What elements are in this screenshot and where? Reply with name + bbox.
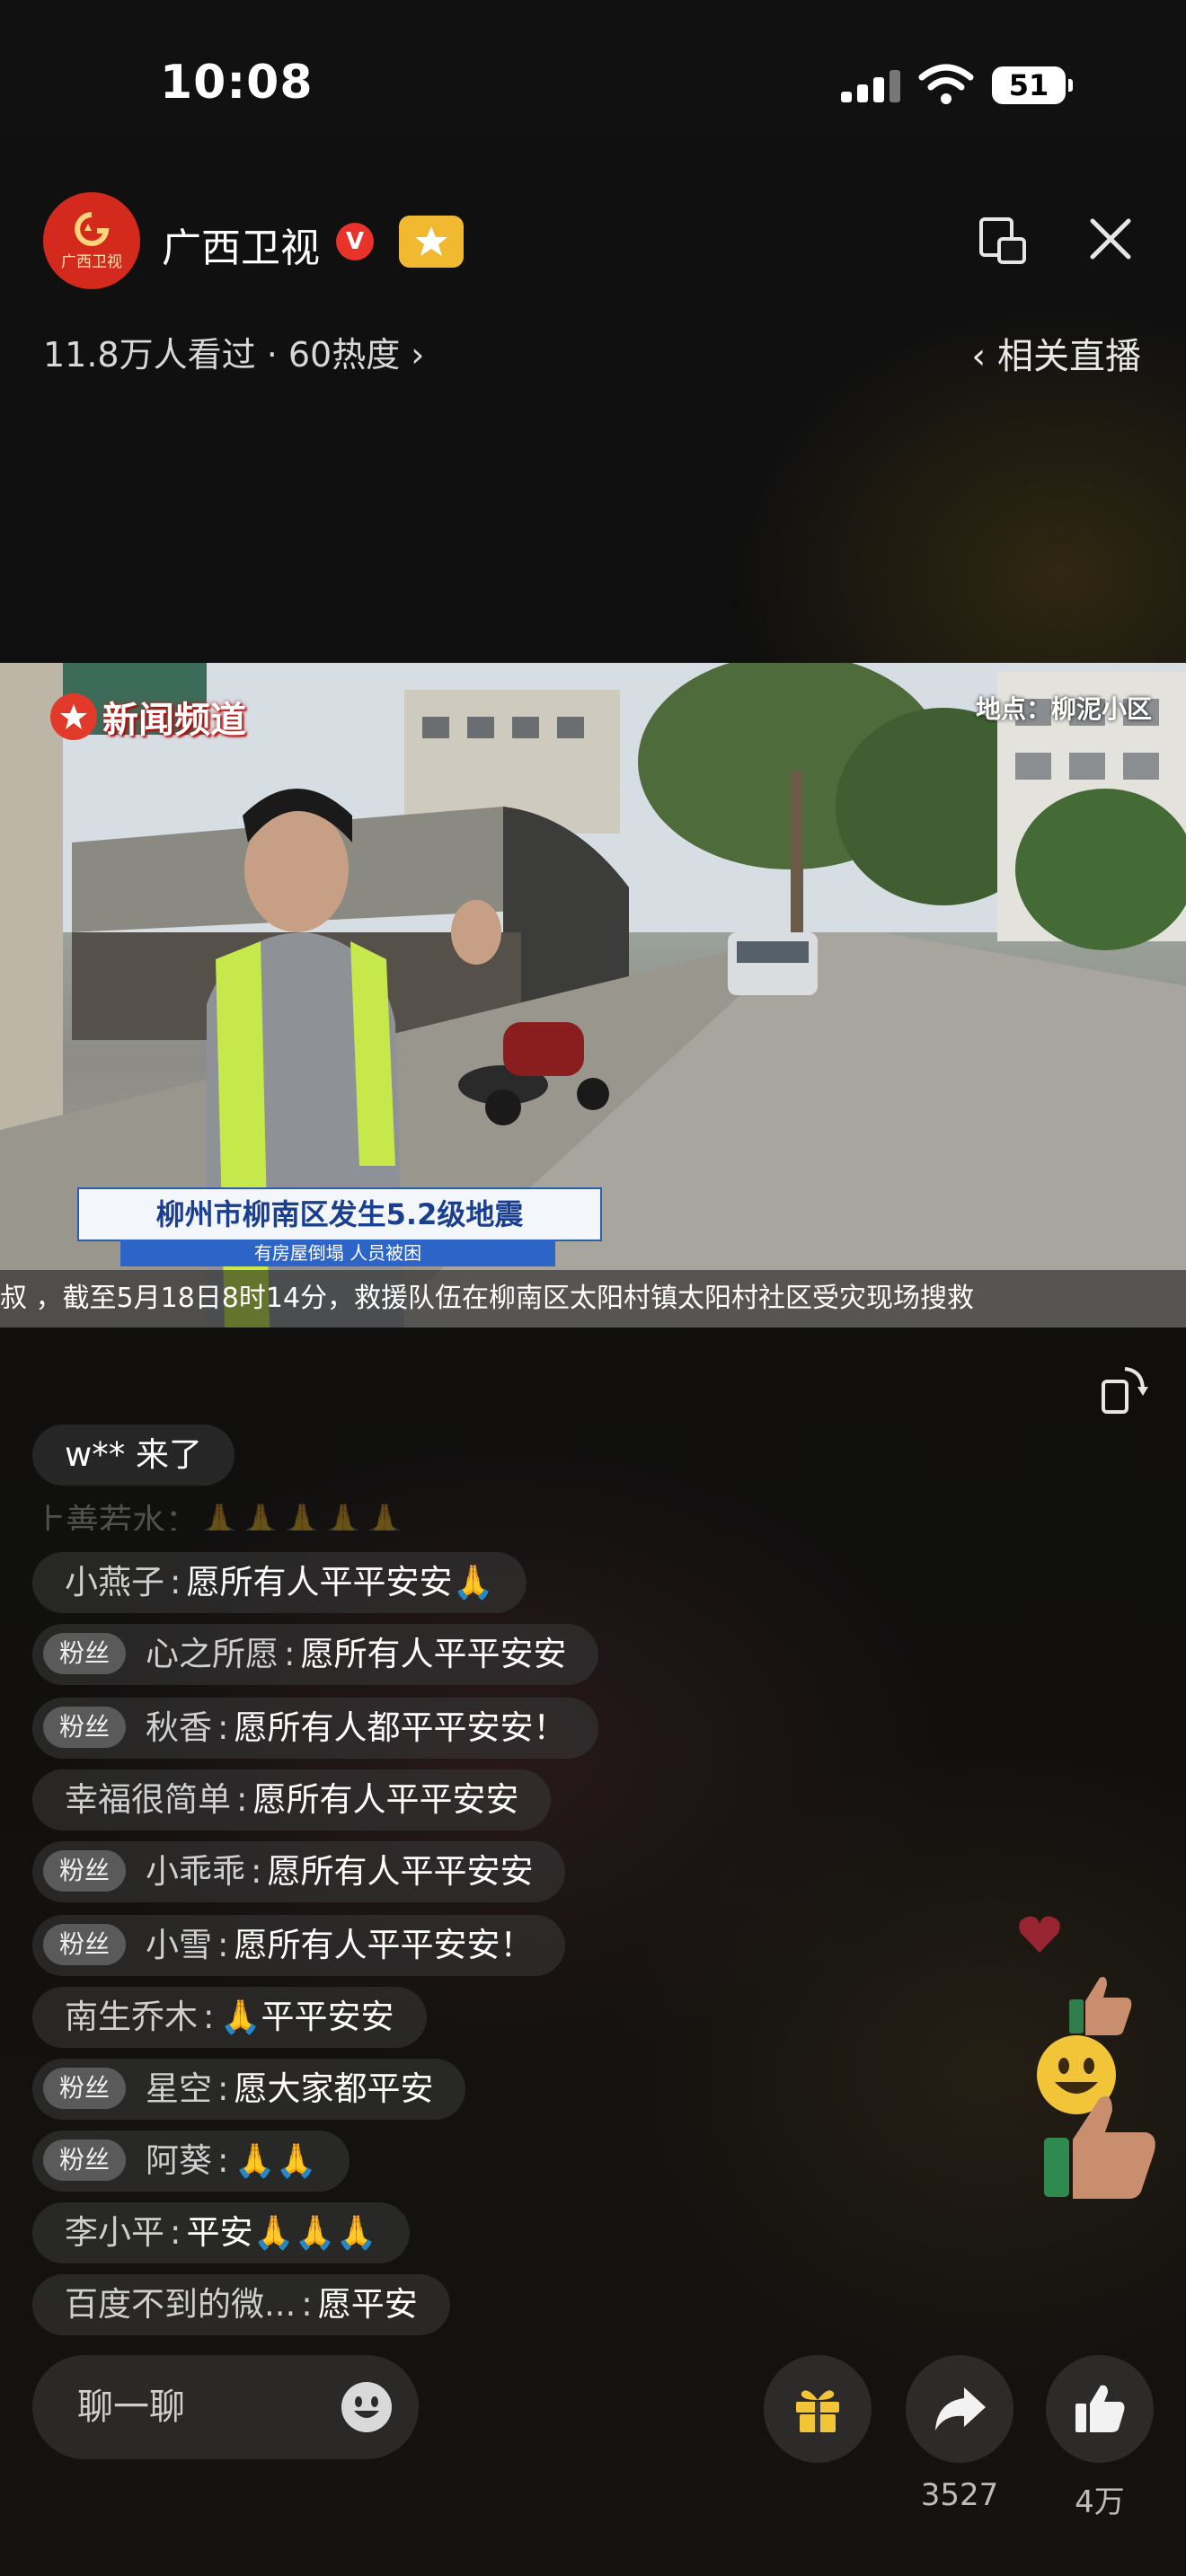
comment-text: 愿大家都平安 — [234, 2069, 434, 2108]
comment-user[interactable]: 李小平 — [65, 2213, 164, 2252]
comment-user[interactable]: 小乖乖 — [146, 1852, 245, 1891]
fan-badge: 粉丝 — [43, 2067, 127, 2109]
comment-item[interactable]: 南生乔木: 🙏平平安安 — [32, 1987, 427, 2048]
comment-item[interactable]: 粉丝 阿葵: 🙏🙏 — [32, 2130, 350, 2192]
comment-text: 愿所有人平平安安 — [267, 1852, 534, 1891]
comment-item[interactable]: 粉丝 小乖乖: 愿所有人平平安安 — [32, 1841, 566, 1902]
comment-text: 愿所有人平平安安🙏 — [186, 1563, 494, 1601]
comment-separator: : — [217, 1708, 229, 1747]
chat-input[interactable]: 聊一聊 — [32, 2355, 419, 2459]
location-tag: 地点：柳泥小区 — [975, 694, 1152, 724]
like-count: 4万 — [1075, 2484, 1125, 2520]
emoji-icon[interactable] — [340, 2380, 394, 2434]
join-message: w** 来了 — [65, 1435, 203, 1474]
comment-item[interactable]: w** 来了 — [32, 1425, 235, 1486]
comment-item[interactable]: 粉丝 秋香: 愿所有人都平平安安！ — [32, 1698, 599, 1759]
channel-logo-mark-icon — [50, 693, 97, 740]
comment-text: 愿所有人都平平安安！ — [234, 1708, 567, 1747]
comment-item[interactable]: 百度不到的微...: 愿平安 — [32, 2274, 450, 2335]
fan-badge: 粉丝 — [43, 1923, 127, 1965]
fan-badge: 粉丝 — [43, 1849, 127, 1892]
rotate-screen-icon[interactable] — [1098, 1363, 1150, 1416]
chat-placeholder: 聊一聊 — [77, 2386, 185, 2428]
live-screen: 10:08 51 广西卫视 广西卫视 V 11.8万人看过 · 60热度 › ‹… — [0, 0, 1186, 2576]
close-icon[interactable] — [1085, 214, 1136, 264]
like-button[interactable] — [1046, 2355, 1154, 2463]
battery-icon: 51 — [992, 66, 1073, 104]
comment-text: 平安🙏🙏🙏 — [186, 2213, 377, 2252]
comment-item[interactable]: 李小平: 平安🙏🙏🙏 — [32, 2202, 410, 2263]
comment-item[interactable]: 小燕子: 愿所有人平平安安🙏 — [32, 1552, 527, 1613]
comment-item[interactable]: 粉丝 星空: 愿大家都平安 — [32, 2059, 466, 2120]
channel-avatar[interactable]: 广西卫视 — [43, 192, 140, 289]
comment-separator: : — [251, 1852, 262, 1891]
comment-separator: : — [217, 2141, 229, 2180]
comment-user[interactable]: 阿葵 — [146, 2141, 212, 2180]
fan-badge: 粉丝 — [43, 2139, 127, 2181]
comment-separator: : — [217, 2069, 229, 2108]
floating-big-thumb-icon — [1044, 2095, 1155, 2199]
comment-separator: : — [284, 1635, 296, 1673]
floating-heart-icon — [1019, 1916, 1060, 1953]
comment-separator: : — [170, 2213, 181, 2252]
gift-icon — [796, 2390, 839, 2432]
news-channel-logo: 新闻频道 — [50, 690, 246, 744]
comment-separator: : — [203, 1998, 215, 2036]
comment-text: 愿所有人平平安安！ — [234, 1926, 534, 1964]
faded-comment: 上善若水：🙏🙏🙏🙏🙏 — [32, 1502, 406, 1531]
comment-separator: : — [217, 1926, 229, 1964]
comment-text: 愿所有人平平安安 — [252, 1780, 519, 1819]
news-subline: 有房屋倒塌 人员被困 — [120, 1239, 555, 1266]
related-live-link[interactable]: ‹ 相关直播 — [971, 327, 1141, 379]
comment-separator: : — [301, 2285, 313, 2324]
comment-text: 🙏平平安安 — [219, 1998, 394, 2036]
verified-icon: V — [336, 223, 374, 260]
comment-user[interactable]: 星空 — [146, 2069, 212, 2108]
comment-item[interactable]: 幸福很简单: 愿所有人平平安安 — [32, 1769, 552, 1831]
gift-button[interactable] — [764, 2355, 872, 2463]
comment-separator: : — [236, 1780, 248, 1819]
like-icon — [1075, 2385, 1125, 2432]
wifi-icon — [918, 64, 974, 104]
news-headline: 柳州市柳南区发生5.2级地震 — [77, 1187, 602, 1241]
news-ticker: 叔 ，截至5月18日8时14分，救援队伍在柳南区太阳村镇太阳村社区受灾现场搜救 — [0, 1270, 1186, 1328]
comment-user[interactable]: 小雪 — [146, 1926, 212, 1964]
comment-user[interactable]: 心之所愿 — [146, 1635, 279, 1673]
comment-user[interactable]: 小燕子 — [65, 1563, 164, 1601]
fan-badge: 粉丝 — [43, 1632, 127, 1674]
share-button[interactable] — [906, 2355, 1013, 2463]
comment-item[interactable]: 粉丝 心之所愿: 愿所有人平平安安 — [32, 1624, 599, 1685]
status-time: 10:08 — [160, 56, 314, 110]
views-heat-link[interactable]: 11.8万人看过 · 60热度 › — [43, 327, 424, 376]
live-video[interactable]: 新闻频道 地点：柳泥小区 柳州市柳南区发生5.2级地震 有房屋倒塌 人员被困 叔… — [0, 663, 1186, 1328]
avatar-text: 广西卫视 — [61, 252, 122, 271]
comment-item[interactable]: 粉丝 小雪: 愿所有人平平安安！ — [32, 1915, 566, 1976]
comment-text: 愿所有人平平安安 — [300, 1635, 567, 1673]
comment-user[interactable]: 秋香 — [146, 1708, 212, 1747]
star-badge-icon[interactable] — [399, 216, 464, 268]
news-channel-logo-text: 新闻频道 — [102, 700, 246, 741]
signal-icon — [841, 70, 900, 102]
comment-separator: : — [170, 1563, 181, 1601]
floating-thumb-icon — [1069, 1977, 1132, 2035]
channel-logo-icon — [75, 211, 110, 246]
fan-badge: 粉丝 — [43, 1706, 127, 1748]
channel-name[interactable]: 广西卫视 — [162, 216, 320, 273]
comment-user[interactable]: 幸福很简单 — [65, 1780, 231, 1819]
share-count: 3527 — [920, 2477, 999, 2513]
comment-user[interactable]: 百度不到的微... — [65, 2285, 296, 2324]
pip-icon[interactable] — [976, 214, 1030, 268]
comment-text: 🙏🙏 — [234, 2141, 317, 2180]
comment-user[interactable]: 南生乔木 — [65, 1998, 198, 2036]
share-icon — [935, 2387, 986, 2430]
comment-text: 愿平安 — [317, 2285, 418, 2324]
